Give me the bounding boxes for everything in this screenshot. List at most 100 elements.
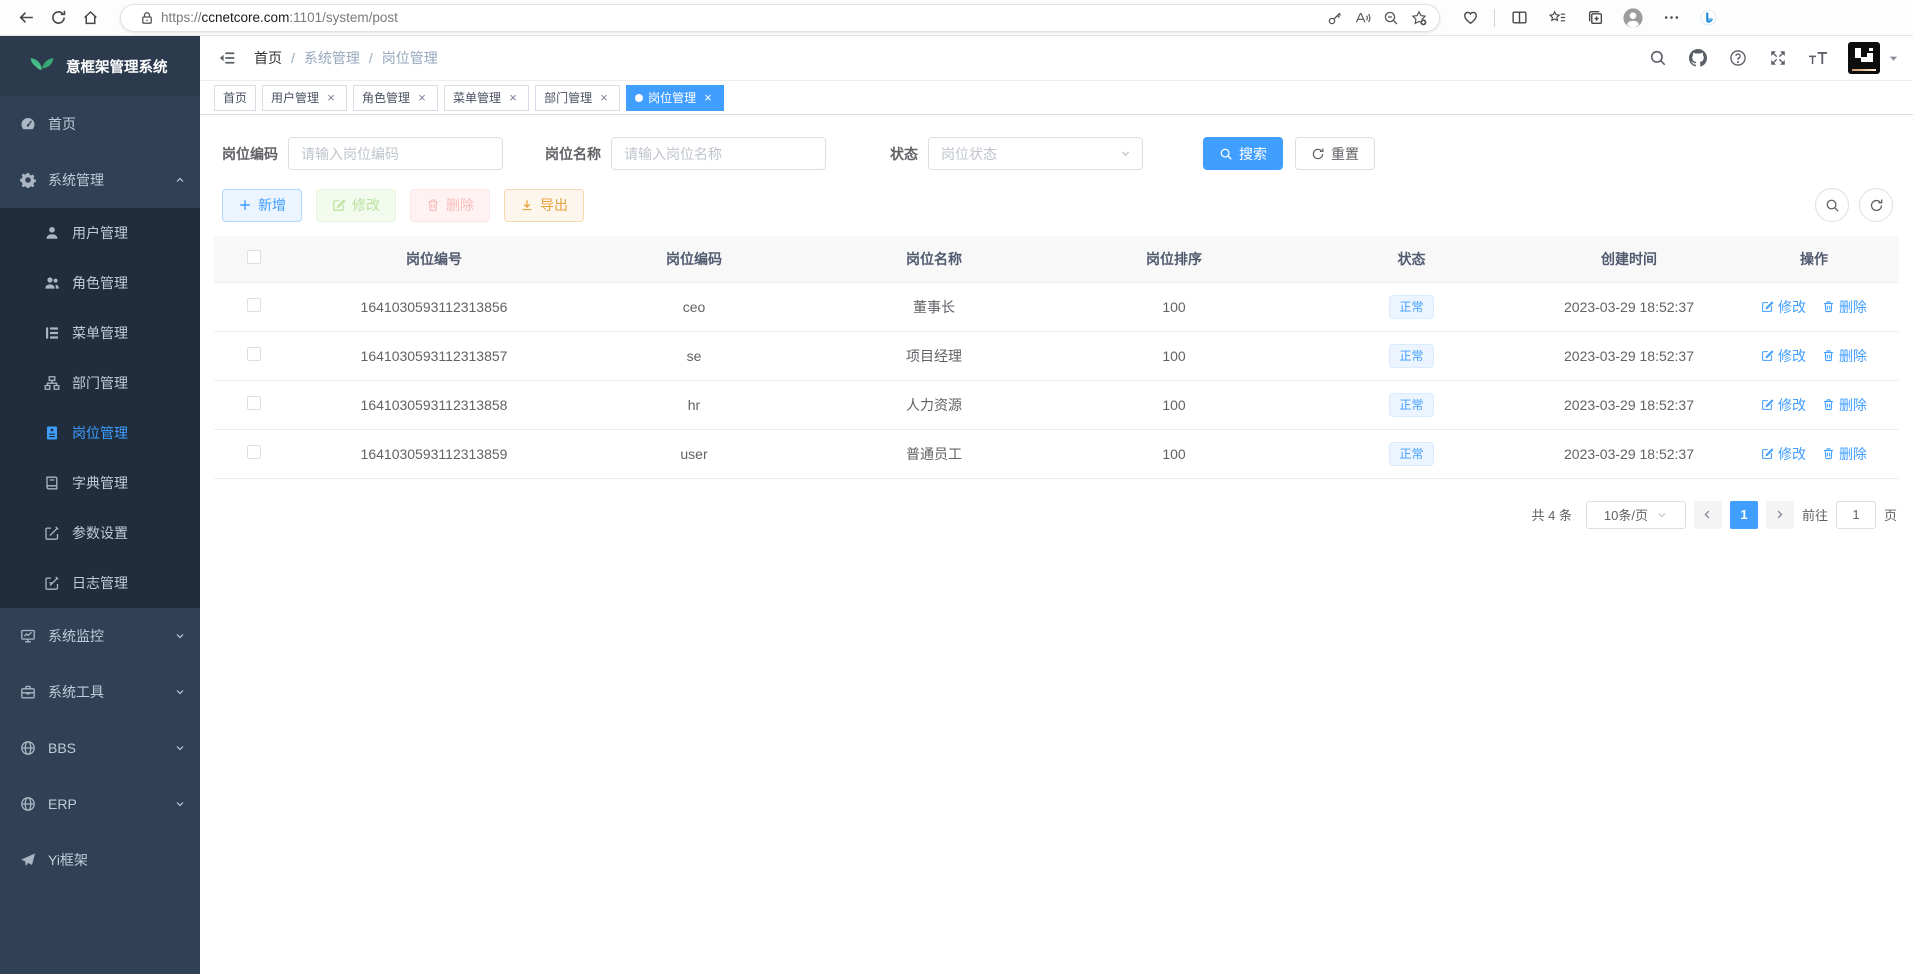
row-edit-label: 修改	[1778, 346, 1806, 366]
sidebar-item-log-mgmt[interactable]: 日志管理	[0, 558, 200, 608]
edit-button[interactable]: 修改	[316, 189, 396, 222]
status-badge: 正常	[1389, 442, 1433, 466]
page-number-1[interactable]: 1	[1730, 501, 1758, 529]
row-checkbox[interactable]	[247, 396, 261, 410]
row-checkbox[interactable]	[247, 298, 261, 312]
row-delete-link[interactable]: 删除	[1822, 444, 1867, 464]
filter-post-code: 岗位编码	[222, 137, 503, 170]
browser-refresh-button[interactable]	[42, 3, 74, 33]
cell-created-time: 2023-03-29 18:52:37	[1529, 331, 1729, 380]
row-edit-link[interactable]: 修改	[1761, 346, 1806, 366]
row-delete-link[interactable]: 删除	[1822, 395, 1867, 415]
app-logo[interactable]: 意框架管理系统	[0, 36, 200, 96]
reset-button[interactable]: 重置	[1295, 137, 1375, 170]
status-select[interactable]: 岗位状态	[928, 137, 1143, 170]
add-favorite-star-icon[interactable]	[1405, 6, 1433, 30]
cell-post-sort: 100	[1054, 331, 1294, 380]
tab-role-mgmt[interactable]: 角色管理 ×	[353, 85, 438, 111]
breadcrumb-home[interactable]: 首页	[254, 48, 282, 68]
cell-post-sort: 100	[1054, 429, 1294, 478]
next-page-button[interactable]	[1766, 501, 1794, 529]
page-size-select[interactable]: 10条/页	[1586, 501, 1686, 529]
font-size-icon[interactable]	[1808, 48, 1828, 68]
sidebar-item-system-mgmt[interactable]: 系统管理	[0, 152, 200, 208]
sidebar-item-param-settings[interactable]: 参数设置	[0, 508, 200, 558]
sidebar-item-dept-mgmt[interactable]: 部门管理	[0, 358, 200, 408]
fullscreen-icon[interactable]	[1768, 48, 1788, 68]
tab-user-mgmt[interactable]: 用户管理 ×	[262, 85, 347, 111]
table-row[interactable]: 1641030593112313857 se 项目经理 100 正常 2023-…	[214, 331, 1899, 380]
export-button[interactable]: 导出	[504, 189, 584, 222]
delete-button[interactable]: 删除	[410, 189, 490, 222]
sidebar-item-home[interactable]: 首页	[0, 96, 200, 152]
browser-settings-menu-icon[interactable]	[1655, 3, 1687, 33]
trash-icon	[1822, 447, 1835, 460]
sidebar-item-system-monitor[interactable]: 系统监控	[0, 608, 200, 664]
read-aloud-icon[interactable]	[1349, 6, 1377, 30]
tab-home[interactable]: 首页	[214, 85, 256, 111]
lock-icon[interactable]	[133, 6, 161, 30]
sidebar-item-bbs[interactable]: BBS	[0, 720, 200, 776]
prev-page-button[interactable]	[1694, 501, 1722, 529]
browser-profile-avatar[interactable]	[1617, 3, 1649, 33]
tab-close-icon[interactable]: ×	[597, 91, 611, 105]
password-key-icon[interactable]	[1321, 6, 1349, 30]
collections-icon[interactable]	[1579, 3, 1611, 33]
table-row[interactable]: 1641030593112313859 user 普通员工 100 正常 202…	[214, 429, 1899, 478]
row-edit-link[interactable]: 修改	[1761, 297, 1806, 317]
row-edit-link[interactable]: 修改	[1761, 395, 1806, 415]
logo-plant-icon	[28, 52, 56, 80]
goto-page-input[interactable]	[1836, 501, 1876, 529]
search-button-label: 搜索	[1239, 144, 1267, 164]
zoom-out-icon[interactable]	[1377, 6, 1405, 30]
sidebar-item-post-mgmt[interactable]: 岗位管理	[0, 408, 200, 458]
show-search-toggle-button[interactable]	[1815, 188, 1849, 222]
favorites-bar-icon[interactable]	[1541, 3, 1573, 33]
browser-toolbar: https://ccnetcore.com:1101/system/post	[0, 0, 1913, 36]
tab-close-icon[interactable]: ×	[324, 91, 338, 105]
sidebar-item-erp[interactable]: ERP	[0, 776, 200, 832]
table-row[interactable]: 1641030593112313856 ceo 董事长 100 正常 2023-…	[214, 282, 1899, 331]
sidebar-item-dict-mgmt[interactable]: 字典管理	[0, 458, 200, 508]
sidebar-item-system-tools[interactable]: 系统工具	[0, 664, 200, 720]
post-name-input[interactable]	[611, 137, 826, 170]
tab-close-icon[interactable]: ×	[415, 91, 429, 105]
table-row[interactable]: 1641030593112313858 hr 人力资源 100 正常 2023-…	[214, 380, 1899, 429]
row-edit-label: 修改	[1778, 395, 1806, 415]
tab-dept-mgmt[interactable]: 部门管理 ×	[535, 85, 620, 111]
breadcrumb: 首页 / 系统管理 / 岗位管理	[254, 48, 438, 68]
row-edit-link[interactable]: 修改	[1761, 444, 1806, 464]
sidebar-fold-icon[interactable]	[214, 45, 240, 71]
url-text[interactable]: https://ccnetcore.com:1101/system/post	[161, 10, 1321, 25]
row-checkbox[interactable]	[247, 347, 261, 361]
tab-close-icon[interactable]: ×	[506, 91, 520, 105]
select-all-checkbox[interactable]	[247, 250, 261, 264]
browser-back-button[interactable]	[10, 3, 42, 33]
row-delete-link[interactable]: 删除	[1822, 297, 1867, 317]
row-delete-link[interactable]: 删除	[1822, 346, 1867, 366]
search-button[interactable]: 搜索	[1203, 137, 1283, 170]
add-button[interactable]: 新增	[222, 189, 302, 222]
refresh-table-button[interactable]	[1859, 188, 1893, 222]
browser-essentials-icon[interactable]	[1454, 3, 1486, 33]
address-bar[interactable]: https://ccnetcore.com:1101/system/post	[120, 4, 1440, 32]
sidebar-item-role-mgmt[interactable]: 角色管理	[0, 258, 200, 308]
github-icon[interactable]	[1688, 48, 1708, 68]
sidebar-item-label: 首页	[48, 114, 76, 134]
column-post-id: 岗位编号	[294, 236, 574, 282]
post-code-input[interactable]	[288, 137, 503, 170]
row-checkbox[interactable]	[247, 445, 261, 459]
tab-post-mgmt[interactable]: 岗位管理 ×	[626, 85, 724, 111]
tab-close-icon[interactable]: ×	[701, 91, 715, 105]
sidebar-item-user-mgmt[interactable]: 用户管理	[0, 208, 200, 258]
split-screen-icon[interactable]	[1503, 3, 1535, 33]
sidebar-item-yi-framework[interactable]: Yi框架	[0, 832, 200, 888]
status-badge: 正常	[1389, 393, 1433, 417]
browser-home-button[interactable]	[74, 3, 106, 33]
bing-copilot-icon[interactable]	[1693, 3, 1723, 33]
tab-menu-mgmt[interactable]: 菜单管理 ×	[444, 85, 529, 111]
help-icon[interactable]	[1728, 48, 1748, 68]
user-menu[interactable]	[1848, 42, 1899, 74]
sidebar-item-menu-mgmt[interactable]: 菜单管理	[0, 308, 200, 358]
header-search-icon[interactable]	[1648, 48, 1668, 68]
